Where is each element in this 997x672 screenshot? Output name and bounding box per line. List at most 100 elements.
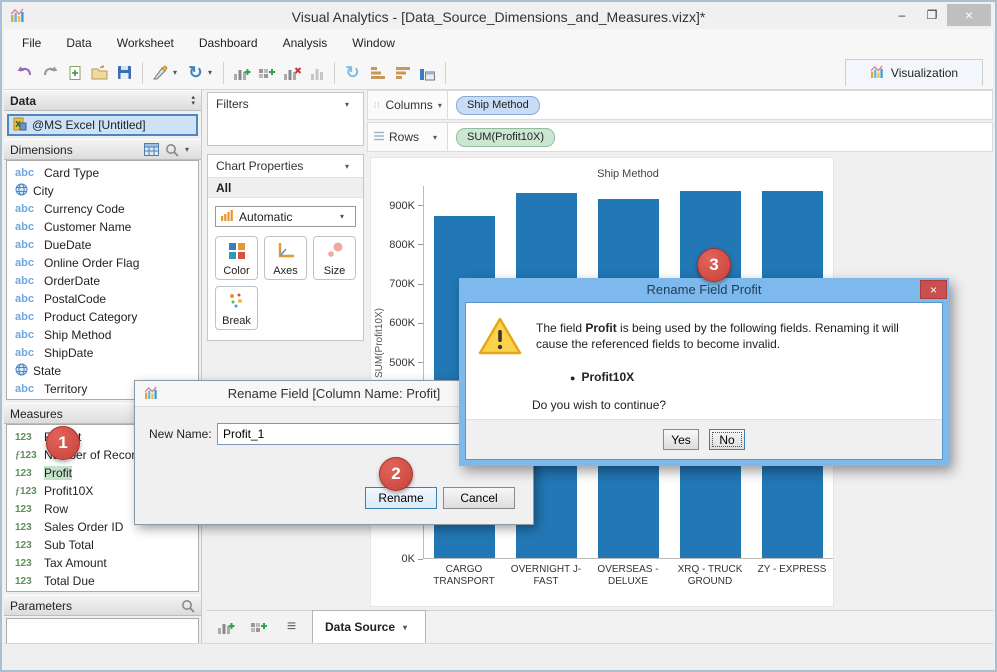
y-tick: 800K	[389, 239, 423, 251]
columns-caret-icon[interactable]: ▾	[438, 101, 443, 110]
number-type-icon: 123	[15, 539, 32, 551]
menu-file[interactable]: File	[22, 36, 41, 50]
save-button[interactable]	[112, 60, 137, 86]
tab-data-source[interactable]: Data Source ▾	[312, 610, 427, 643]
color-button[interactable]: Color	[215, 236, 258, 280]
columns-field-pill[interactable]: Ship Method	[456, 95, 540, 115]
measure-label: Sub Total	[44, 538, 94, 552]
auto-refresh-button[interactable]: ↻	[340, 60, 365, 86]
menu-data[interactable]: Data	[66, 36, 91, 50]
dimension-item[interactable]: State	[7, 362, 198, 380]
dimension-item[interactable]: abc ShipDate	[7, 344, 198, 362]
measure-item[interactable]: 123 Tax Amount	[7, 554, 198, 572]
chart-properties-caret-icon[interactable]: ▾	[345, 162, 355, 171]
redo-button[interactable]	[37, 60, 62, 86]
dimension-item[interactable]: City	[7, 182, 198, 200]
size-icon	[325, 237, 345, 265]
dimensions-caret-icon[interactable]: ▾	[185, 145, 195, 154]
dimension-item[interactable]: abc PostalCode	[7, 290, 198, 308]
filters-header[interactable]: Filters ▾	[208, 93, 363, 115]
chart-type-select[interactable]: Automatic ▾	[215, 206, 356, 227]
new-crosstab-tab-button[interactable]	[246, 614, 271, 640]
yes-button[interactable]: Yes	[663, 429, 699, 450]
menu-analysis[interactable]: Analysis	[283, 36, 328, 50]
chart-type-caret-icon: ▾	[340, 212, 345, 221]
no-button[interactable]: No	[709, 429, 745, 450]
dimension-label: Card Type	[44, 166, 100, 180]
text-type-icon: abc	[15, 383, 34, 395]
add-chart-button[interactable]	[229, 60, 254, 86]
menu-window[interactable]: Window	[352, 36, 395, 50]
break-button[interactable]: Break	[215, 286, 258, 330]
new-document-button[interactable]	[62, 60, 87, 86]
axes-button[interactable]: Axes	[264, 236, 307, 280]
warning-close-button[interactable]: ×	[920, 280, 947, 299]
text-type-icon: abc	[15, 311, 34, 323]
minimize-button[interactable]: –	[887, 4, 917, 26]
cancel-button[interactable]: Cancel	[443, 487, 515, 509]
text-type-icon: abc	[15, 275, 34, 287]
data-source-item[interactable]: @MS Excel [Untitled]	[7, 114, 198, 136]
tab-visualization[interactable]: Visualization	[845, 59, 983, 86]
format-wizard-caret-icon[interactable]: ▾	[173, 68, 183, 77]
measure-label: Profit10X	[44, 484, 94, 498]
sort-ascending-button[interactable]	[365, 60, 390, 86]
dimension-item[interactable]: abc DueDate	[7, 236, 198, 254]
data-panel: Data ▴ ▾ @MS Excel [Untitled] Dimensions …	[4, 90, 202, 646]
text-type-icon: abc	[15, 167, 34, 179]
format-wizard-button[interactable]	[148, 60, 173, 86]
sort-descending-button[interactable]	[390, 60, 415, 86]
data-source-tab-caret-icon[interactable]: ▾	[403, 623, 413, 632]
text-type-icon: abc	[15, 293, 34, 305]
y-tick: 500K	[389, 357, 423, 369]
dimension-item[interactable]: abc Currency Code	[7, 200, 198, 218]
dimensions-header[interactable]: Dimensions ▾	[4, 139, 201, 160]
chart-window-button[interactable]	[415, 60, 440, 86]
rows-caret-icon[interactable]: ▾	[433, 133, 443, 142]
rows-label-zone[interactable]: Rows ▾	[368, 123, 448, 151]
menu-dashboard[interactable]: Dashboard	[199, 36, 258, 50]
collapse-panels-icon[interactable]: ▴ ▾	[191, 94, 195, 107]
filters-caret-icon[interactable]: ▾	[345, 100, 355, 109]
data-panel-header[interactable]: Data ▴ ▾	[4, 90, 201, 111]
add-crosstab-icon	[250, 623, 267, 632]
search-icon[interactable]	[165, 143, 179, 157]
add-crosstab-icon	[258, 68, 275, 78]
size-button[interactable]: Size	[313, 236, 356, 280]
formula-number-type-icon: ƒ123	[15, 485, 37, 497]
dimension-item[interactable]: abc Customer Name	[7, 218, 198, 236]
dimension-item[interactable]: abc Card Type	[7, 164, 198, 182]
refresh-caret-icon[interactable]: ▾	[208, 68, 218, 77]
dimension-label: PostalCode	[44, 292, 107, 306]
new-chart-tab-button[interactable]	[213, 614, 238, 640]
axes-icon	[276, 237, 296, 265]
rows-field-pill[interactable]: SUM(Profit10X)	[456, 127, 556, 147]
annotation-step-3: 3	[697, 248, 731, 282]
rename-button[interactable]: Rename	[365, 487, 437, 509]
measure-item[interactable]: 123 Sub Total	[7, 536, 198, 554]
title-bar[interactable]: Visual Analytics - [Data_Source_Dimensio…	[4, 4, 993, 29]
undo-button[interactable]	[12, 60, 37, 86]
parameters-search-icon[interactable]	[181, 599, 195, 613]
dimension-item[interactable]: abc Ship Method	[7, 326, 198, 344]
dimension-item[interactable]: abc OrderDate	[7, 272, 198, 290]
dimension-item[interactable]: abc Online Order Flag	[7, 254, 198, 272]
dimension-label: Currency Code	[44, 202, 125, 216]
table-view-icon[interactable]	[144, 143, 159, 156]
menu-worksheet[interactable]: Worksheet	[117, 36, 174, 50]
remove-chart-button[interactable]	[279, 60, 304, 86]
size-label: Size	[323, 265, 346, 277]
parameters-header[interactable]: Parameters	[4, 595, 201, 616]
add-crosstab-button[interactable]	[254, 60, 279, 86]
tab-list-icon[interactable]: ≡	[279, 614, 304, 640]
measure-item[interactable]: 123 Total Due	[7, 572, 198, 590]
chart-properties-header[interactable]: Chart Properties ▾	[208, 155, 363, 177]
maximize-button[interactable]: ❐	[917, 4, 947, 26]
close-button[interactable]: ×	[947, 4, 991, 26]
dimension-item[interactable]: abc Product Category	[7, 308, 198, 326]
open-button[interactable]	[87, 60, 112, 86]
status-strip	[4, 643, 993, 668]
columns-label-zone[interactable]: ⁞⁞ Columns ▾	[368, 91, 448, 119]
refresh-button[interactable]: ↻	[183, 60, 208, 86]
text-type-icon: abc	[15, 347, 34, 359]
